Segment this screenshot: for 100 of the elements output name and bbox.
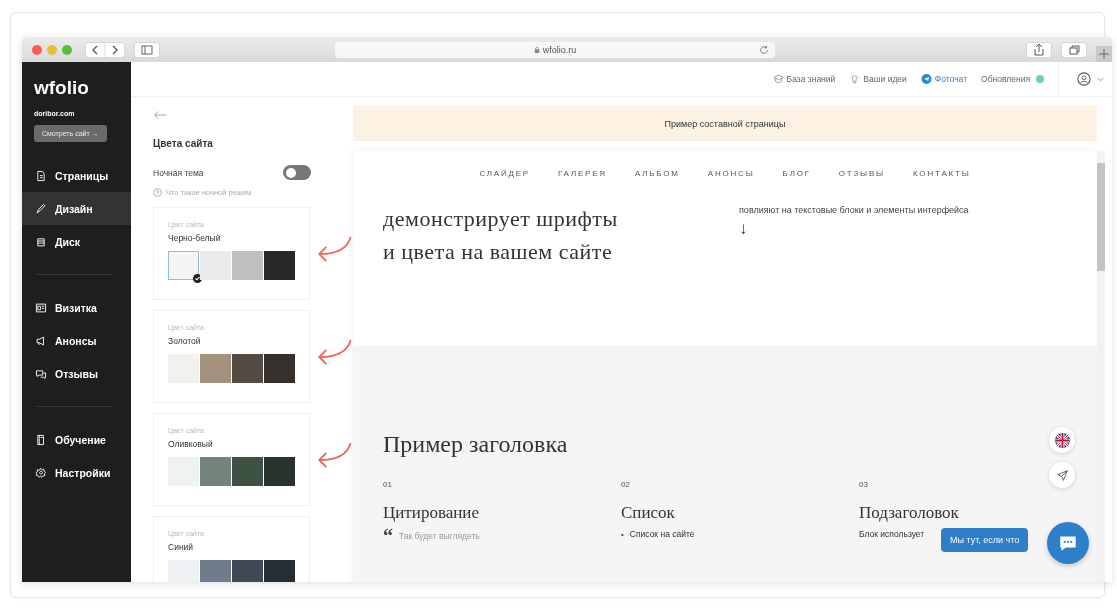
menu-item-icon: [35, 301, 47, 314]
panel-title: Цвета сайта: [153, 138, 214, 149]
column-title: Подзаголовок: [859, 503, 960, 523]
color-swatch[interactable]: [264, 560, 295, 582]
sidebar-item[interactable]: Отзывы: [22, 357, 131, 390]
menu-item-icon: [35, 466, 47, 479]
close-icon[interactable]: [32, 44, 42, 55]
sidebar-item[interactable]: Страницы: [22, 159, 131, 192]
color-swatch[interactable]: [200, 457, 231, 486]
sidebar-label: Дизайн: [55, 202, 93, 215]
sidebar-item[interactable]: Настройки: [22, 456, 131, 489]
color-swatch[interactable]: [168, 457, 199, 486]
sidebar-item[interactable]: Анонсы: [22, 324, 131, 357]
color-swatch[interactable]: [168, 354, 199, 383]
color-swatch[interactable]: [232, 354, 263, 383]
hero-note: повлияют на текстовые блоки и элементы интерфейса: [739, 205, 969, 215]
address-bar[interactable]: wfolio.ru: [335, 41, 775, 58]
chevron-down-icon[interactable]: [1097, 76, 1104, 82]
top-link[interactable]: База знаний: [772, 74, 836, 84]
color-swatch[interactable]: [232, 251, 263, 280]
menu-item-icon: [35, 202, 47, 215]
column-text: Блок использует: [859, 529, 925, 539]
minimize-icon[interactable]: [47, 44, 57, 55]
help-icon[interactable]: [153, 188, 162, 197]
maximize-icon[interactable]: [62, 44, 72, 55]
scrollbar[interactable]: [1097, 151, 1105, 582]
site-nav-link[interactable]: АНОНСЫ: [707, 169, 755, 178]
menu-item-icon: [35, 367, 47, 380]
column-text: Список на сайте: [629, 529, 695, 539]
url-text: wfolio.ru: [542, 44, 577, 55]
site-nav-link[interactable]: СЛАЙДЕР: [479, 169, 530, 178]
sidebar-label: Обучение: [55, 433, 106, 446]
site-nav-link[interactable]: БЛОГ: [782, 169, 811, 178]
share-icon[interactable]: [1026, 41, 1052, 58]
sidebar-toggle-icon[interactable]: [134, 41, 160, 58]
sidebar-item[interactable]: Диск: [22, 225, 131, 258]
top-link[interactable]: Обновления: [981, 74, 1044, 84]
site-nav-link[interactable]: ГАЛЕРЕЯ: [558, 169, 607, 178]
user-avatar-icon[interactable]: [1077, 72, 1091, 86]
sidebar-label: Отзывы: [55, 367, 98, 380]
hero-text-line: демонстрирует шрифты: [383, 205, 619, 233]
palette-name: Оливковый: [168, 439, 214, 449]
color-swatch[interactable]: [200, 560, 231, 582]
color-swatch[interactable]: [168, 560, 199, 582]
section-heading: Пример заголовка: [383, 431, 568, 458]
night-mode-toggle[interactable]: [283, 165, 311, 180]
top-link[interactable]: Фоточат: [920, 74, 968, 84]
menu-item-icon: [35, 433, 47, 446]
palette-name: Золотой: [168, 336, 202, 346]
color-swatch[interactable]: [200, 251, 231, 280]
top-link-label: Обновления: [981, 74, 1030, 84]
sidebar-item[interactable]: Дизайн: [22, 192, 131, 225]
column-title: Цитирование: [383, 503, 480, 523]
preview-banner: Пример составной страницы: [353, 106, 1097, 141]
top-link-label: Ваши идеи: [863, 74, 907, 84]
site-nav-link[interactable]: КОНТАКТЫ: [913, 169, 971, 178]
status-dot: [1036, 75, 1044, 83]
back-forward-icon[interactable]: [85, 41, 125, 58]
telegram-icon: [920, 74, 932, 84]
reload-icon[interactable]: [759, 44, 769, 55]
palette-name: Черно-белый: [168, 233, 222, 243]
flag-icon: [1054, 432, 1070, 448]
color-swatch[interactable]: [232, 560, 263, 582]
site-nav-link[interactable]: ОТЗЫВЫ: [838, 169, 885, 178]
lock-icon: [533, 45, 540, 54]
hero-text-line: и цвета на вашем сайте: [383, 238, 614, 266]
down-arrow: ↓: [739, 219, 749, 239]
new-tab-icon[interactable]: [1096, 46, 1112, 62]
chat-prompt-button[interactable]: Мы тут, если что: [941, 528, 1029, 552]
paper-plane-icon: [1055, 468, 1069, 482]
color-swatch[interactable]: [264, 251, 295, 280]
tabs-icon[interactable]: [1061, 41, 1087, 58]
sidebar-label: Диск: [55, 235, 81, 248]
column-title: Список: [621, 503, 676, 523]
menu-item-icon: [35, 334, 47, 347]
logo: wfolio: [33, 78, 90, 98]
color-swatch[interactable]: [232, 457, 263, 486]
sidebar-label: Анонсы: [55, 334, 97, 347]
back-arrow-icon[interactable]: [153, 110, 167, 120]
column-number: 01: [383, 480, 393, 489]
column-number: 02: [621, 480, 631, 489]
color-swatch[interactable]: [264, 457, 295, 486]
sidebar-label: Страницы: [55, 169, 109, 182]
sidebar-label: Настройки: [55, 466, 111, 479]
top-link[interactable]: Ваши идеи: [849, 74, 907, 84]
top-link-label: База знаний: [786, 74, 836, 84]
site-nav-link[interactable]: АЛЬБОМ: [634, 169, 680, 178]
color-swatch[interactable]: [264, 354, 295, 383]
palette-name: Синий: [168, 542, 195, 552]
sidebar-item[interactable]: Обучение: [22, 423, 131, 456]
color-swatch[interactable]: [200, 354, 231, 383]
graduation-cap-icon: [772, 74, 784, 84]
color-swatch[interactable]: [168, 251, 199, 280]
top-link-label: Фоточат: [934, 74, 968, 84]
scroll-thumb[interactable]: [1097, 163, 1105, 271]
column-number: 03: [859, 480, 869, 489]
column-text: Так будет выглядеть: [399, 531, 480, 541]
menu-item-icon: [35, 169, 47, 182]
sidebar-item[interactable]: Визитка: [22, 291, 131, 324]
lightbulb-icon: [849, 74, 861, 84]
